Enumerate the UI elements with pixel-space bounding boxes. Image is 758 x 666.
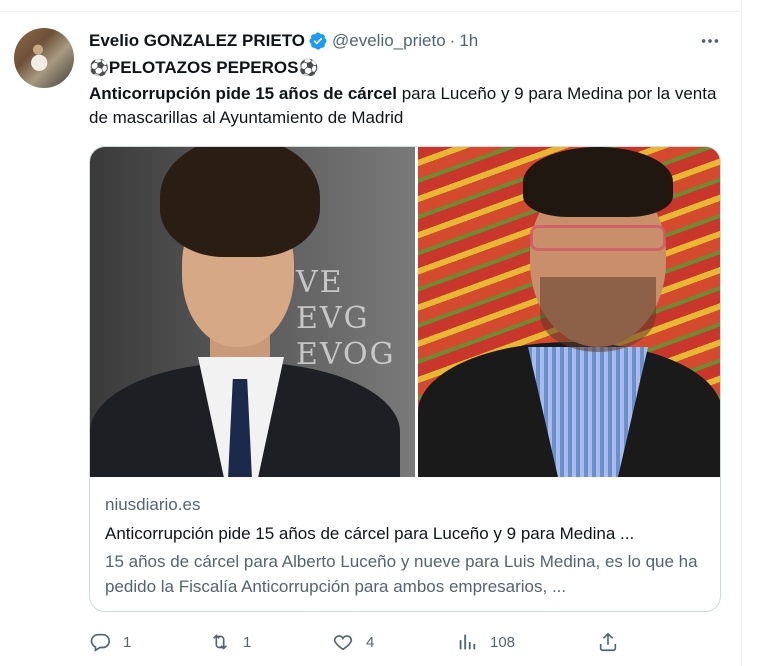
avatar[interactable] [14, 28, 74, 88]
link-card[interactable]: VE EVG EVOG niusdiario.es Anticorrupción p… [89, 146, 721, 612]
retweet-icon [212, 634, 228, 650]
separator-dot: · [449, 31, 456, 50]
tweet-text-bold: Anticorrupción pide 15 años de cárcel [89, 84, 397, 103]
views-icon [459, 634, 476, 650]
soccer-ball-icon: ⚽ [89, 60, 109, 77]
views-button[interactable]: 108 [456, 628, 515, 656]
backdrop-lettering: VE EVG EVOG [296, 265, 396, 372]
card-image-left: VE EVG EVOG [90, 147, 415, 477]
share-icon [599, 632, 617, 652]
like-count: 4 [366, 633, 375, 651]
card-domain: niusdiario.es [105, 495, 201, 514]
views-count: 108 [490, 633, 516, 651]
author-name[interactable]: Evelio GONZALEZ PRIETO [89, 31, 305, 51]
tweet-headline: PELOTAZOS PEPEROS [108, 58, 299, 77]
tweet-text-body: Anticorrupción pide 15 años de cárcel pa… [89, 82, 729, 130]
person-right-hair [523, 147, 673, 217]
share-button[interactable] [597, 628, 619, 656]
reply-count: 1 [123, 633, 132, 651]
retweet-count: 1 [243, 633, 252, 651]
more-icon [701, 39, 719, 43]
person-left-hair [160, 147, 320, 257]
like-icon [333, 635, 353, 651]
soccer-ball-icon: ⚽ [298, 60, 319, 77]
retweet-button[interactable]: 1 [209, 628, 251, 656]
reply-button[interactable]: 1 [89, 628, 131, 656]
card-text[interactable]: niusdiario.es Anticorrupción pide 15 año… [105, 494, 710, 599]
column-border [741, 0, 742, 666]
tweet-text-line1: ⚽ PELOTAZOS PEPEROS ⚽ [89, 56, 318, 80]
card-image-right [418, 147, 720, 477]
like-button[interactable]: 4 [332, 628, 374, 656]
top-divider [0, 11, 742, 12]
verified-badge-icon[interactable] [308, 31, 328, 51]
more-button[interactable] [696, 30, 724, 52]
timestamp[interactable]: 1h [459, 31, 478, 51]
author-handle[interactable]: @evelio_prieto [332, 31, 446, 51]
card-title: Anticorrupción pide 15 años de cárcel pa… [105, 524, 635, 543]
person-right-glasses [530, 225, 666, 251]
card-description: 15 años de cárcel para Alberto Luceño y … [105, 552, 698, 596]
tweet-header: Evelio GONZALEZ PRIETO @evelio_prieto · … [89, 30, 478, 52]
reply-icon [90, 633, 110, 652]
card-image[interactable]: VE EVG EVOG [90, 147, 720, 477]
person-right-beard [540, 277, 656, 352]
